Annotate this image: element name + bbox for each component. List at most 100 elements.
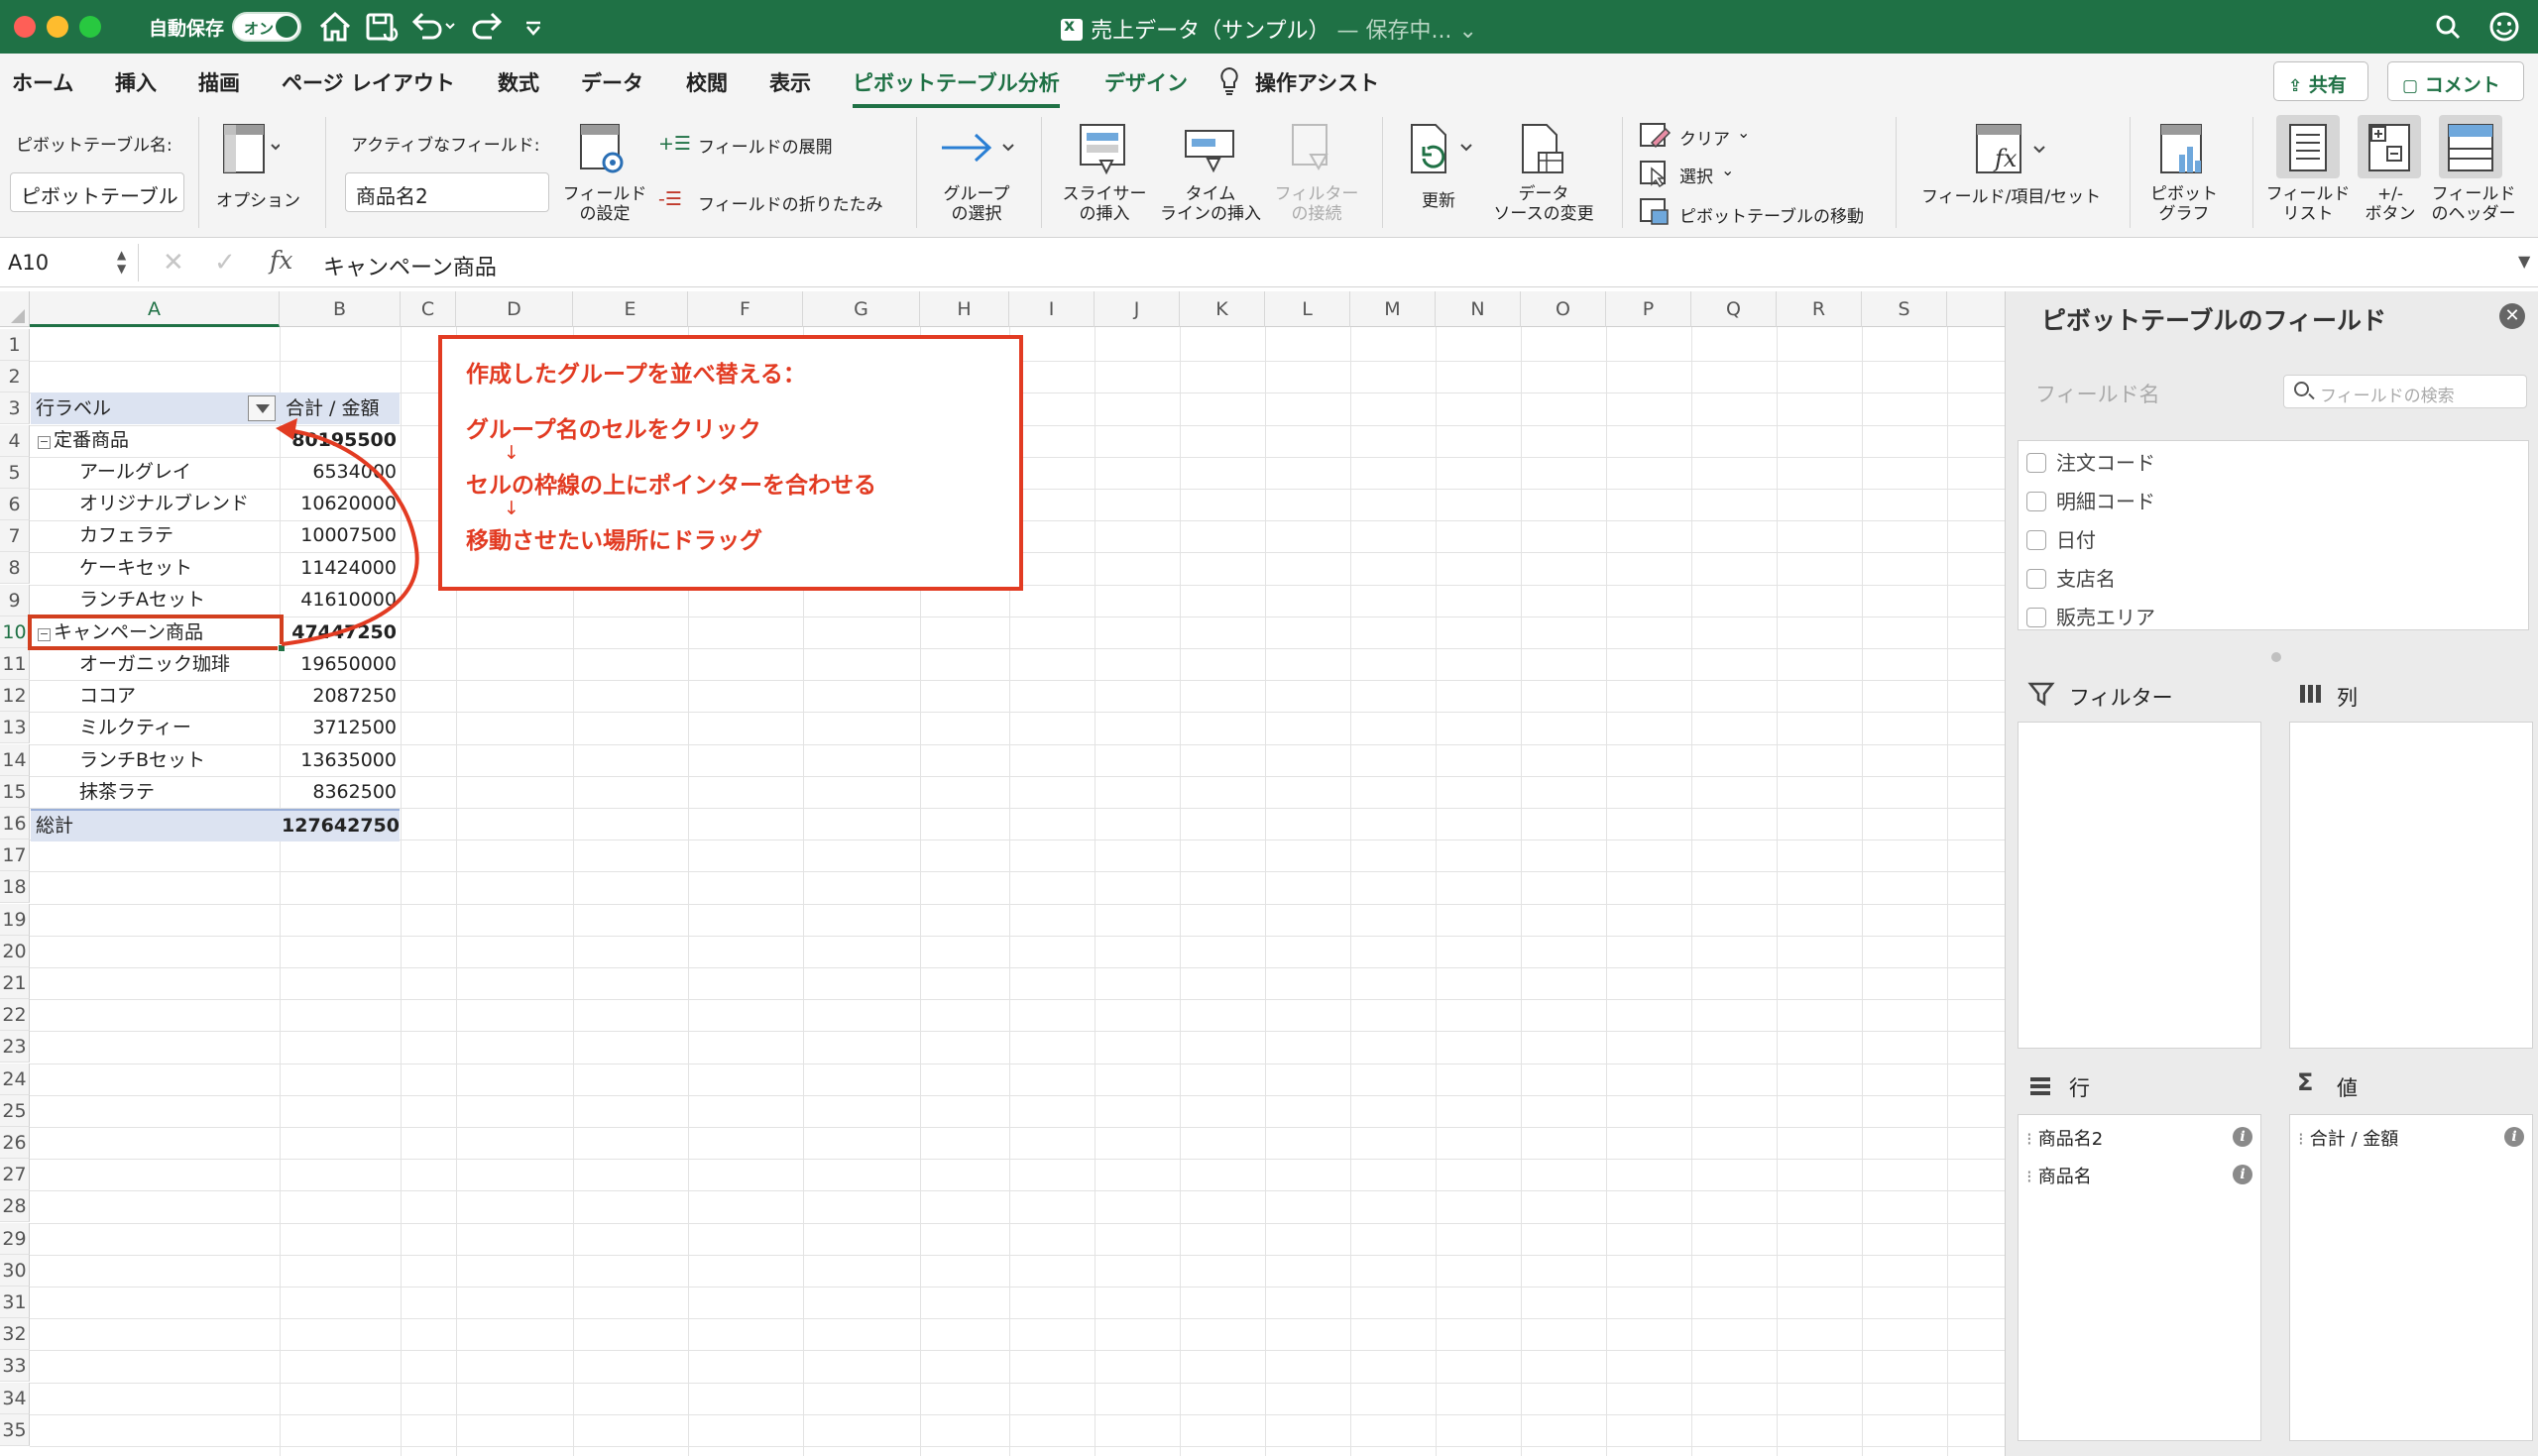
share-button[interactable]: ⇪ 共有 — [2273, 61, 2368, 101]
row-header[interactable]: 33 — [0, 1350, 30, 1383]
field-list-label[interactable]: フィールド リスト — [2258, 184, 2358, 224]
checkbox-icon[interactable] — [2026, 608, 2046, 627]
insert-function-icon[interactable]: fx — [270, 246, 292, 275]
checkbox-icon[interactable] — [2026, 569, 2046, 589]
select-chevron-icon[interactable]: ⌄ — [1721, 161, 1734, 179]
row-header[interactable]: 15 — [0, 775, 30, 808]
row-header[interactable]: 28 — [0, 1190, 30, 1223]
row-header[interactable]: 22 — [0, 999, 30, 1032]
column-header[interactable]: J — [1095, 291, 1180, 327]
column-header[interactable]: G — [803, 291, 920, 327]
row-header[interactable]: 27 — [0, 1159, 30, 1191]
collapse-field-icon[interactable]: -☰ — [658, 188, 682, 210]
pivot-item-value[interactable]: 13635000 — [282, 744, 397, 776]
refresh-icon[interactable] — [1406, 121, 1475, 180]
insert-timeline-label[interactable]: タイム ラインの挿入 — [1156, 184, 1265, 224]
info-icon[interactable]: i — [2233, 1127, 2252, 1147]
fields-items-sets-label[interactable]: フィールド/項目/セット — [1921, 182, 2101, 207]
worksheet-grid[interactable]: ABCDEFGHIJKLMNOPQRS 1 2 3 4 5 6 7 8 9 10 11 12 13 14 1… — [0, 291, 2005, 1456]
filters-drop-area[interactable] — [2018, 722, 2261, 1049]
options-label[interactable]: オプション — [216, 186, 300, 211]
pivotchart-icon[interactable] — [2157, 121, 2211, 180]
grand-total-value[interactable]: 127642750 — [282, 810, 400, 841]
row-header[interactable]: 19 — [0, 903, 30, 936]
comment-button[interactable]: ▢ コメント — [2387, 61, 2524, 101]
field-headers-icon[interactable] — [2445, 121, 2496, 174]
row-header[interactable]: 30 — [0, 1254, 30, 1287]
checkbox-icon[interactable] — [2026, 530, 2046, 550]
tab-home[interactable]: ホーム — [12, 67, 73, 97]
search-icon[interactable] — [2433, 8, 2463, 46]
insert-slicer-label[interactable]: スライサー の挿入 — [1055, 184, 1154, 224]
row-header[interactable]: 29 — [0, 1222, 30, 1255]
move-pivottable-icon[interactable] — [1638, 196, 1672, 226]
row-header[interactable]: 35 — [0, 1413, 30, 1446]
field-checkbox-item[interactable]: 日付 — [2026, 524, 2096, 554]
collapse-field-button[interactable]: フィールドの折りたたみ — [698, 190, 883, 215]
column-header[interactable]: F — [688, 291, 803, 327]
rows-drop-area[interactable]: ⁝ 商品名2 i ⁝ 商品名 i — [2018, 1114, 2261, 1441]
active-field-input[interactable]: 商品名2 — [345, 172, 549, 212]
change-data-source-icon[interactable] — [1517, 121, 1568, 180]
select-button[interactable]: 選択 — [1679, 163, 1713, 187]
move-pivottable-button[interactable]: ピボットテーブルの移動 — [1679, 202, 1864, 227]
field-checkbox-item[interactable]: 支店名 — [2026, 563, 2116, 593]
refresh-label[interactable]: 更新 — [1422, 186, 1455, 211]
timeline-icon[interactable] — [1182, 121, 1237, 176]
tab-draw[interactable]: 描画 — [198, 67, 240, 97]
tab-design[interactable]: デザイン — [1104, 67, 1188, 97]
field-checkbox-item[interactable]: 注文コード — [2026, 447, 2155, 477]
checkbox-icon[interactable] — [2026, 492, 2046, 511]
group-selection-label[interactable]: グループ の選択 — [932, 184, 1021, 224]
formula-input[interactable]: キャンペーン商品 — [323, 250, 497, 281]
expand-field-icon[interactable]: +☰ — [658, 133, 691, 155]
column-header[interactable]: S — [1862, 291, 1947, 327]
clear-button[interactable]: クリア — [1679, 125, 1730, 150]
column-header[interactable]: N — [1436, 291, 1521, 327]
expand-field-button[interactable]: フィールドの展開 — [698, 133, 833, 158]
column-header[interactable]: L — [1265, 291, 1350, 327]
column-header[interactable]: E — [573, 291, 688, 327]
tab-insert[interactable]: 挿入 — [115, 67, 157, 97]
column-header[interactable]: M — [1350, 291, 1436, 327]
row-header[interactable]: 18 — [0, 871, 30, 904]
tab-review[interactable]: 校閲 — [686, 67, 728, 97]
title-chevron-icon[interactable]: ⌄ — [1458, 19, 1476, 44]
clear-icon[interactable] — [1638, 121, 1672, 151]
pivotchart-label[interactable]: ピボット グラフ — [2137, 184, 2231, 224]
pivot-item-label[interactable]: 抹茶ラテ — [79, 776, 278, 808]
close-pane-icon[interactable]: ✕ — [2499, 303, 2525, 329]
select-icon[interactable] — [1638, 159, 1672, 188]
group-selection-arrow-icon[interactable] — [938, 123, 1017, 172]
info-icon[interactable]: i — [2233, 1165, 2252, 1184]
row-header[interactable]: 16 — [0, 808, 30, 840]
row-header[interactable]: 17 — [0, 840, 30, 872]
expand-formula-bar-icon[interactable]: ▼ — [2518, 252, 2530, 271]
pivottable-name-input[interactable]: ピボットテーブル — [10, 172, 184, 212]
values-drop-area[interactable]: ⁝ 合計 / 金額 i — [2289, 1114, 2533, 1441]
values-field-chip[interactable]: ⁝ 合計 / 金額 — [2298, 1125, 2398, 1151]
rows-field-chip[interactable]: ⁝ 商品名2 — [2026, 1125, 2103, 1151]
row-header[interactable]: 23 — [0, 1031, 30, 1064]
row-header[interactable]: 13 — [0, 712, 30, 744]
row-header[interactable]: 21 — [0, 967, 30, 999]
column-header[interactable]: R — [1777, 291, 1862, 327]
plus-minus-buttons-icon[interactable] — [2365, 121, 2415, 174]
field-list-icon[interactable] — [2286, 121, 2330, 174]
row-header[interactable]: 25 — [0, 1094, 30, 1127]
row-header[interactable]: 24 — [0, 1063, 30, 1095]
smiley-feedback-icon[interactable] — [2486, 8, 2522, 46]
clear-chevron-icon[interactable]: ⌄ — [1737, 123, 1750, 142]
column-header[interactable]: D — [456, 291, 573, 327]
column-header[interactable]: P — [1606, 291, 1691, 327]
slicer-icon[interactable] — [1077, 121, 1130, 176]
options-icon[interactable] — [220, 121, 280, 178]
row-header[interactable]: 20 — [0, 935, 30, 967]
field-search-input[interactable]: フィールドの検索 — [2283, 375, 2527, 408]
tab-page-layout[interactable]: ページ レイアウト — [282, 67, 455, 97]
tab-view[interactable]: 表示 — [769, 67, 811, 97]
tab-data[interactable]: データ — [581, 67, 643, 97]
column-header[interactable]: K — [1180, 291, 1265, 327]
row-header[interactable]: 32 — [0, 1318, 30, 1351]
column-header[interactable]: I — [1009, 291, 1095, 327]
